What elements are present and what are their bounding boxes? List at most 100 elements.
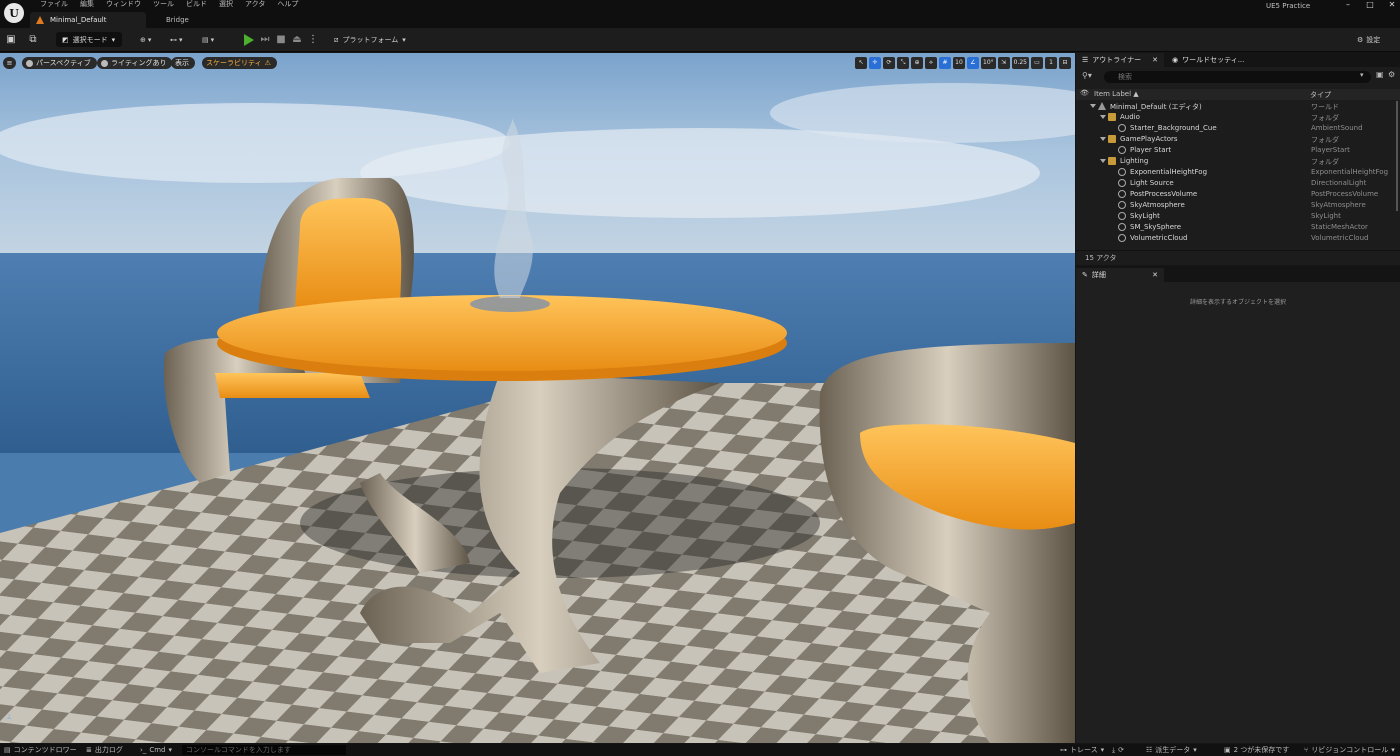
platform-dropdown[interactable]: ⧄ プラットフォーム ▾ [334,33,406,47]
menu-window[interactable]: ウィンドウ [100,0,147,10]
select-tool-icon[interactable]: ↖ [855,57,867,69]
tab-outliner[interactable]: ☰ アウトライナー ✕ [1076,53,1164,67]
expand-arrow-icon[interactable] [1100,115,1106,119]
menu-edit[interactable]: 編集 [74,0,100,10]
outliner-row[interactable]: PostProcessVolume PostProcessVolume [1076,189,1396,200]
world-local-icon[interactable]: ⊕ [911,57,923,69]
chevron-down-icon: ▾ [179,35,183,44]
outliner-row[interactable]: VolumetricCloud VolumetricCloud [1076,233,1396,244]
outliner-row[interactable]: Starter_Background_Cue AmbientSound [1076,123,1396,134]
select-mode-button[interactable]: ◩ 選択モード ▾ [56,32,122,47]
derived-data-button[interactable]: ☷ 派生データ ▾ [1146,745,1197,755]
grid-snap-value[interactable]: 10 [953,57,965,69]
console-command-input[interactable]: コンソールコマンドを入力します [182,745,346,755]
column-type[interactable]: タイプ [1310,90,1331,100]
add-folder-icon[interactable]: ▣ [1376,70,1384,79]
camera-speed-icon[interactable]: ▭ [1031,57,1043,69]
maximize-button[interactable]: □ [1362,0,1378,10]
menu-build[interactable]: ビルド [180,0,213,10]
outliner-row[interactable]: ExponentialHeightFog ExponentialHeightFog [1076,167,1396,178]
outliner-row[interactable]: SM_SkySphere StaticMeshActor [1076,222,1396,233]
cinematics-dropdown[interactable]: ▤ ▾ [202,32,214,47]
move-tool-icon[interactable]: ✛ [869,57,881,69]
close-icon[interactable]: ✕ [1152,271,1158,279]
close-icon[interactable]: ✕ [1152,56,1158,64]
blueprint-dropdown[interactable]: ⊷ ▾ [170,32,183,47]
bridge-tab[interactable]: Bridge [160,14,195,26]
rotation-snap-value[interactable]: 10° [981,57,996,69]
trace-button[interactable]: ⊶ トレース ▾ [1060,745,1104,755]
derived-data-icons[interactable]: ⤓ ⟳ [1112,745,1124,755]
menu-file[interactable]: ファイル [34,0,74,10]
scale-snap-icon[interactable]: ⇲ [997,57,1010,69]
perspective-button[interactable]: パースペクティブ [22,57,97,69]
scalability-warning-button[interactable]: スケーラビリティ ⚠ [202,57,277,69]
surface-snap-icon[interactable]: ⟡ [925,57,937,69]
output-log-button[interactable]: ≣ 出力ログ [86,745,123,755]
more-options-icon[interactable]: ⋮ [306,33,320,47]
settings-label: 設定 [1366,36,1381,44]
save-icon[interactable]: ▣ [4,33,18,47]
expand-arrow-icon[interactable] [1100,159,1106,163]
outliner-column-header: 👁 Item Label ▲ タイプ [1076,89,1400,100]
level-viewport[interactable]: ≡ パースペクティブ ライティングあり 表示 スケーラビリティ ⚠ ↖ ✛ ⟳ ⤡… [0,53,1075,743]
gear-icon[interactable]: ⚙ [1388,70,1395,79]
rotate-tool-icon[interactable]: ⟳ [883,57,895,69]
outliner-row-name: GamePlayActors [1120,135,1178,143]
minimize-button[interactable]: – [1340,0,1356,10]
maximize-viewport-icon[interactable]: ⊟ [1059,57,1071,69]
tab-details[interactable]: ✎ 詳細 ✕ [1076,268,1164,282]
show-button[interactable]: 表示 [171,57,195,69]
outliner-row[interactable]: SkyLight SkyLight [1076,211,1396,222]
outliner-row[interactable]: Minimal_Default (エディタ) ワールド [1076,101,1396,112]
database-icon: ☷ [1146,746,1153,754]
unreal-logo-icon[interactable]: U [4,3,24,23]
menu-select[interactable]: 選択 [213,0,239,10]
add-actor-dropdown[interactable]: ⊕ ▾ [140,32,151,47]
skip-icon[interactable]: ⏭ [258,33,272,47]
outliner-scrollbar[interactable] [1396,101,1398,211]
outliner-row[interactable]: Player Start PlayerStart [1076,145,1396,156]
cmd-dropdown[interactable]: ›_ Cmd ▾ [140,745,172,755]
filter-icon[interactable]: ⚲▾ [1082,71,1092,80]
close-window-button[interactable]: ✕ [1384,0,1400,10]
stop-icon[interactable]: ■ [274,33,288,47]
outliner-row-type: フォルダ [1311,114,1339,122]
scale-tool-icon[interactable]: ⤡ [897,57,909,69]
outliner-row[interactable]: Audio フォルダ [1076,112,1396,123]
tab-world-settings[interactable]: ◉ ワールドセッティ... [1166,53,1266,67]
outliner-row[interactable]: SkyAtmosphere SkyAtmosphere [1076,200,1396,211]
source-control-button[interactable]: ⑂ リビジョンコントロール ▾ [1304,745,1395,755]
rotation-snap-icon[interactable]: ∠ [967,57,979,69]
outliner-row-name: Lighting [1120,157,1149,165]
content-browser-icon[interactable]: ⧉ [26,33,40,47]
viewport-scene[interactable] [0,53,1075,743]
expand-arrow-icon[interactable] [1090,104,1096,108]
outliner-row-type: DirectionalLight [1311,179,1367,187]
lighting-mode-button[interactable]: ライティングあり [97,57,173,69]
unsaved-button[interactable]: ▣ 2 つが未保存です [1224,745,1289,755]
globe-icon: ◉ [1172,56,1179,64]
grid-snap-icon[interactable]: # [939,57,951,69]
play-button[interactable] [244,34,254,46]
outliner-row[interactable]: GamePlayActors フォルダ [1076,134,1396,145]
menu-help[interactable]: ヘルプ [271,0,304,10]
expand-arrow-icon[interactable] [1100,137,1106,141]
chevron-down-icon[interactable]: ▾ [1360,71,1364,79]
content-drawer-button[interactable]: ▤ コンテンツドロワー [4,745,77,755]
outliner-search-input[interactable]: 検索 [1104,71,1371,83]
menu-actor[interactable]: アクタ [239,0,271,10]
column-item-label[interactable]: Item Label ▲ [1094,90,1139,98]
camera-speed-value[interactable]: 1 [1045,57,1057,69]
glass-dish [470,296,550,312]
scale-snap-value[interactable]: 0.25 [1011,57,1029,69]
settings-button[interactable]: ⚙ 設定 [1357,33,1380,47]
outliner-row-type: フォルダ [1311,136,1339,144]
outliner-row[interactable]: Light Source DirectionalLight [1076,178,1396,189]
eject-icon[interactable]: ⏏ [290,33,304,47]
viewport-menu-button[interactable]: ≡ [3,57,16,69]
outliner-row[interactable]: Lighting フォルダ [1076,156,1396,167]
eye-icon[interactable]: 👁 [1080,89,1089,97]
level-tab[interactable]: Minimal_Default [30,12,146,28]
menu-tools[interactable]: ツール [147,0,180,10]
